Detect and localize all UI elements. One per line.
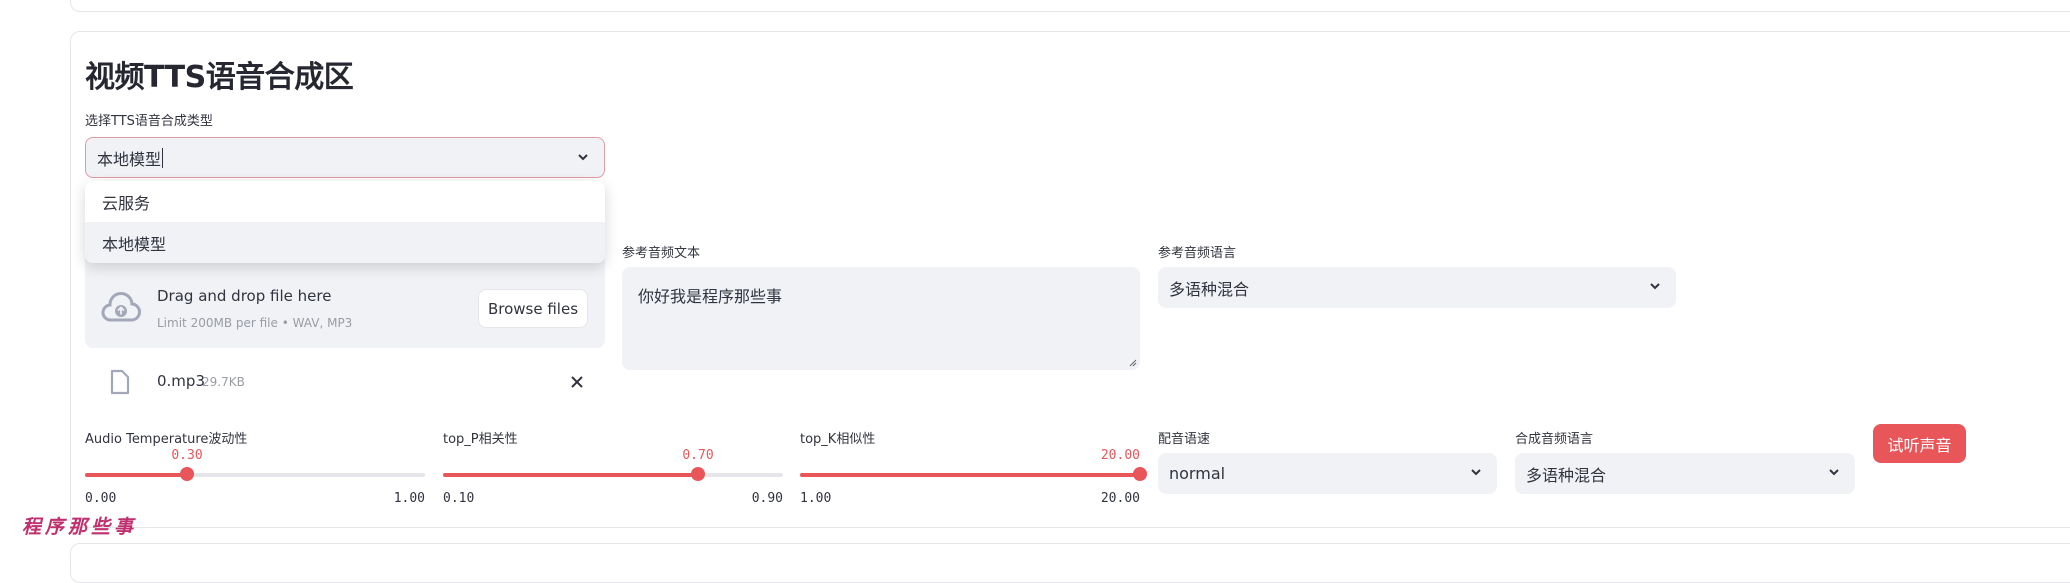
slider-label: Audio Temperature波动性 (85, 432, 248, 447)
slider-min: 0.10 (443, 491, 475, 506)
ref-lang-value: 多语种混合 (1169, 279, 1250, 299)
synth-lang-select[interactable]: 多语种混合 (1515, 453, 1855, 494)
menu-option-local-model[interactable]: 本地模型 (85, 222, 605, 263)
slider-value: 0.30 (171, 448, 203, 463)
slider-max: 20.00 (1100, 491, 1140, 506)
chevron-down-icon (578, 154, 588, 161)
menu-option-cloud[interactable]: 云服务 (85, 181, 605, 222)
slider-value: 0.70 (682, 448, 714, 463)
ref-text-textarea[interactable]: 你好我是程序那些事 (622, 267, 1140, 370)
upload-limit-text: Limit 200MB per file • WAV, MP3 (157, 316, 353, 330)
slider-track[interactable] (443, 467, 783, 481)
resize-handle-icon[interactable] (1129, 359, 1137, 367)
slider-max: 1.00 (393, 491, 425, 506)
slider-max: 0.90 (751, 491, 783, 506)
next-section-card (70, 543, 2070, 583)
slider-fill (85, 473, 187, 477)
tts-type-value: 本地模型 (97, 149, 162, 169)
chevron-down-icon (1650, 283, 1660, 290)
slider-value: 20.00 (1100, 448, 1140, 463)
chevron-down-icon (1471, 469, 1481, 476)
slider-fill (443, 473, 698, 477)
slider-label: top_P相关性 (443, 432, 518, 447)
tts-type-select[interactable]: 本地模型 (85, 137, 605, 178)
slider-thumb[interactable] (691, 467, 705, 481)
ref-lang-select[interactable]: 多语种混合 (1158, 267, 1676, 308)
synth-lang-value: 多语种混合 (1526, 465, 1607, 485)
speed-value: normal (1169, 464, 1226, 483)
synth-lang-label: 合成音频语言 (1515, 432, 1594, 447)
remove-file-icon[interactable] (570, 375, 584, 389)
cloud-upload-icon (101, 292, 141, 322)
uploaded-file-name: 0.mp3 (157, 372, 205, 390)
slider-label: top_K相似性 (800, 432, 876, 447)
file-icon (110, 369, 130, 395)
previous-section-card (70, 0, 2070, 12)
ref-text-value: 你好我是程序那些事 (638, 287, 783, 306)
uploaded-file-size: 29.7KB (202, 375, 245, 389)
slider-track[interactable] (85, 467, 425, 481)
slider-thumb[interactable] (1133, 467, 1147, 481)
drag-drop-text: Drag and drop file here (157, 287, 332, 305)
browse-files-button[interactable]: Browse files (478, 289, 588, 328)
section-title: 视频TTS语音合成区 (85, 60, 354, 95)
ref-lang-label: 参考音频语言 (1158, 246, 1237, 261)
chevron-down-icon (1829, 469, 1839, 476)
slider-fill (800, 473, 1140, 477)
speed-label: 配音语速 (1158, 432, 1211, 447)
text-caret (162, 147, 164, 168)
preview-voice-button[interactable]: 试听声音 (1873, 424, 1966, 463)
ref-text-label: 参考音频文本 (622, 246, 701, 261)
slider-min: 1.00 (800, 491, 832, 506)
slider-track[interactable] (800, 467, 1147, 481)
tts-type-label: 选择TTS语音合成类型 (85, 114, 213, 129)
watermark-text: 程序那些事 (22, 516, 138, 538)
speed-select[interactable]: normal (1158, 453, 1497, 494)
slider-thumb[interactable] (180, 467, 194, 481)
tts-type-dropdown-menu: 云服务 本地模型 (85, 181, 605, 263)
slider-min: 0.00 (85, 491, 117, 506)
